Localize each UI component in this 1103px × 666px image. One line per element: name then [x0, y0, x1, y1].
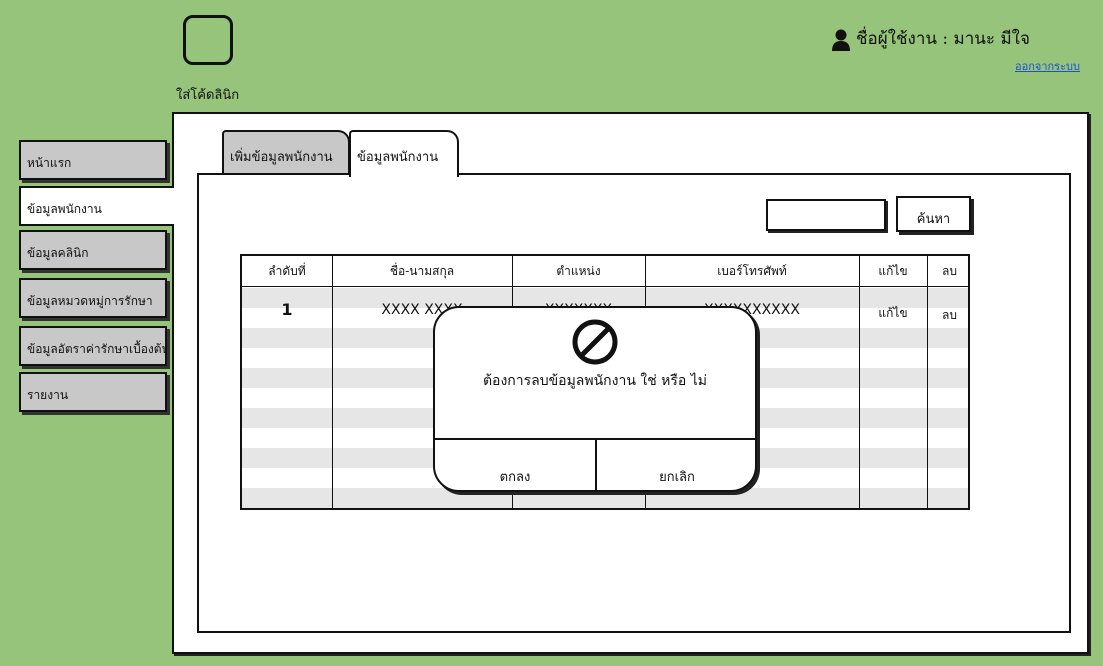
- column-header-delete: ลบ: [942, 264, 957, 278]
- cancel-button[interactable]: ยกเลิก: [597, 440, 755, 490]
- sidebar-item-label: หน้าแรก: [27, 156, 72, 170]
- sidebar-item-label: ข้อมูลหมวดหมู่การรักษา: [27, 294, 153, 308]
- sidebar-item-clinic[interactable]: ข้อมูลคลินิก: [19, 230, 167, 270]
- sidebar-item-label: ข้อมูลคลินิก: [27, 246, 89, 260]
- column-header-order: ลำดับที่: [268, 264, 306, 278]
- delete-link[interactable]: ลบ: [927, 306, 968, 325]
- search-button[interactable]: ค้นหา: [896, 196, 971, 232]
- tab-employee-info[interactable]: ข้อมูลพนักงาน: [349, 130, 459, 177]
- column-header-phone: เบอร์โทรศัพท์: [717, 264, 787, 278]
- logout-link[interactable]: ออกจากระบบ: [1015, 57, 1080, 75]
- sidebar-item-home[interactable]: หน้าแรก: [19, 140, 167, 180]
- sidebar-item-treatment-rates[interactable]: ข้อมูลอัตราค่ารักษาเบื้องต้น: [19, 326, 167, 366]
- search-input[interactable]: [766, 199, 886, 231]
- clinic-logo-placeholder: [183, 15, 233, 65]
- tab-add-employee[interactable]: เพิ่มข้อมูลพนักงาน: [222, 130, 350, 175]
- cell-order: 1: [281, 300, 293, 319]
- username-label: ชื่อผู้ใช้งาน : มานะ มีใจ: [856, 29, 1030, 49]
- dialog-message: ต้องการลบข้อมูลพนักงาน ใช่ หรือ ไม่: [482, 373, 708, 389]
- column-divider: [332, 256, 333, 508]
- sidebar-item-report[interactable]: รายงาน: [19, 372, 167, 412]
- column-divider: [927, 256, 928, 508]
- sidebar-item-label: ข้อมูลพนักงาน: [27, 202, 102, 216]
- prohibited-icon: [572, 319, 618, 365]
- sidebar-item-treatment-category[interactable]: ข้อมูลหมวดหมู่การรักษา: [19, 278, 167, 318]
- ok-button[interactable]: ตกลง: [435, 440, 595, 490]
- sidebar-item-employee[interactable]: ข้อมูลพนักงาน: [19, 186, 174, 226]
- sidebar-item-label: รายงาน: [27, 388, 69, 402]
- column-header-name: ชื่อ-นามสกุล: [389, 264, 455, 278]
- edit-link[interactable]: แก้ไข: [859, 304, 927, 323]
- sidebar-item-label: ข้อมูลอัตราค่ารักษาเบื้องต้น: [27, 342, 167, 356]
- column-header-edit: แก้ไข: [878, 264, 908, 278]
- column-header-position: ตำแหน่ง: [556, 264, 601, 278]
- user-icon: [832, 29, 850, 51]
- column-divider: [859, 256, 860, 508]
- confirm-delete-dialog: ต้องการลบข้อมูลพนักงาน ใช่ หรือ ไม่ ตกลง…: [433, 306, 757, 492]
- clinic-logo-text: ใส่โค้ดลินิก: [176, 88, 240, 103]
